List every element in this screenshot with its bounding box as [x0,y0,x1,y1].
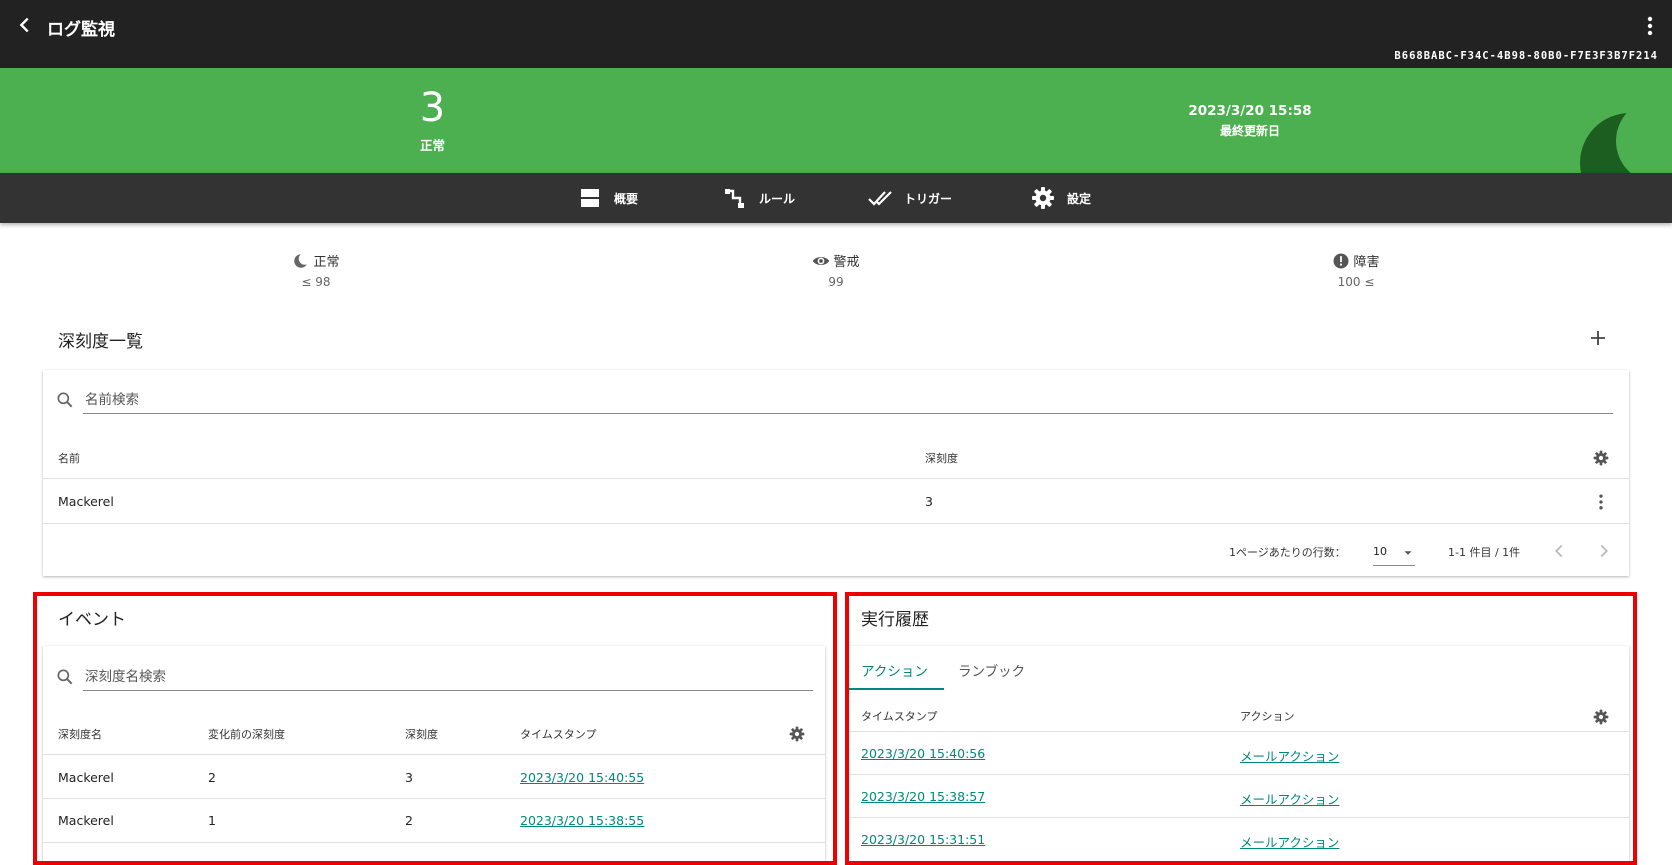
double-check-icon [868,191,892,206]
rows-per-page-select[interactable]: 10 [1373,538,1415,566]
pagination-range: 1-1 件目 / 1件 [1448,546,1521,559]
tab-rules-label: ルール [759,191,796,206]
event-name: Mackerel [58,813,114,828]
arrow-drop-down-icon [1404,551,1412,555]
tab-rules[interactable]: ルール [723,173,795,223]
divider [43,842,825,843]
tab-settings-label: 設定 [1067,191,1092,206]
event-name: Mackerel [58,770,114,785]
more-vert-icon[interactable] [1591,492,1611,512]
alert-circle-icon [1333,253,1349,268]
history-action-link[interactable]: メールアクション [1240,832,1339,851]
events-search-input[interactable] [83,663,813,691]
row-severity: 3 [925,494,933,509]
severity-search [55,386,1613,414]
tab-triggers-label: トリガー [904,191,953,206]
history-timestamp-link[interactable]: 2023/3/20 15:38:57 [861,789,985,804]
tab-overview[interactable]: 概要 [578,173,638,223]
threshold-critical: 障害 100 ≤ [1286,251,1426,289]
gear-icon[interactable] [789,726,805,742]
moon-icon [1580,113,1672,173]
divider [848,817,1629,818]
rows-per-page-value: 10 [1373,545,1387,558]
history-action-link[interactable]: メールアクション [1240,789,1339,808]
column-header-timestamp: タイムスタンプ [520,728,597,741]
tab-runbooks[interactable]: ランブック [958,660,1025,680]
gear-icon[interactable] [1593,709,1609,725]
active-tab-indicator [848,688,944,690]
severity-list-title: 深刻度一覧 [58,332,143,352]
row-name: Mackerel [58,494,114,509]
column-header-severity: 深刻度 [925,452,958,465]
divider [43,798,825,799]
threshold-warning-label: 警戒 [833,255,860,270]
event-severity: 3 [405,770,413,785]
add-icon[interactable] [1586,326,1610,350]
event-severity: 2 [405,813,413,828]
threshold-warning-value: 99 [828,275,844,289]
rule-flow-icon [725,189,744,208]
event-timestamp-link[interactable]: 2023/3/20 15:38:55 [520,813,644,828]
gear-icon[interactable] [1593,450,1609,466]
gear-icon [1032,187,1054,209]
tab-actions[interactable]: アクション [861,660,928,680]
status-label: 正常 [419,138,445,153]
last-updated-date: 2023/3/20 15:58 [1188,103,1312,119]
events-card: 深刻度名 変化前の深刻度 深刻度 タイムスタンプ Mackerel 2 3 20… [43,646,825,865]
history-card: アクション ランブック タイムスタンプ アクション 2023/3/20 15:4… [848,646,1629,865]
monitor-id: B668BABC-F34C-4B98-80B0-F7E3F3B7F214 [1394,50,1658,62]
severity-search-input[interactable] [83,386,1613,414]
more-vert-icon[interactable] [1638,14,1662,38]
chevron-left-icon[interactable] [1548,540,1570,562]
divider [848,731,1629,732]
column-header-action: アクション [1240,710,1295,723]
divider [43,523,1629,524]
column-header-severity-name: 深刻度名 [58,728,102,741]
last-updated-label: 最終更新日 [1219,124,1280,138]
event-before: 1 [208,813,216,828]
event-before: 2 [208,770,216,785]
threshold-normal-value: ≤ 98 [301,275,331,289]
threshold-warning: 警戒 99 [766,251,906,289]
chevron-left-icon[interactable] [14,14,36,36]
status-count: 3 [419,85,446,131]
history-timestamp-link[interactable]: 2023/3/20 15:31:51 [861,832,985,847]
divider [43,478,1629,479]
column-header-before-severity: 変化前の深刻度 [208,728,285,741]
chevron-right-icon[interactable] [1593,540,1615,562]
column-header-timestamp: タイムスタンプ [861,710,938,723]
tab-triggers[interactable]: トリガー [868,173,952,223]
search-icon [57,392,73,408]
events-search [55,663,813,691]
threshold-critical-label: 障害 [1353,255,1380,270]
threshold-normal-label: 正常 [313,255,340,270]
page-title: ログ監視 [47,20,115,40]
nav-tab-bar: 概要 ルール トリガー 設定 [0,173,1672,223]
moon-icon [294,252,311,268]
column-header-severity: 深刻度 [405,728,438,741]
threshold-critical-value: 100 ≤ [1337,275,1375,289]
rows-per-page-label: 1ページあたりの行数： [1229,546,1346,559]
tab-settings[interactable]: 設定 [1031,173,1091,223]
search-icon [57,669,73,685]
divider [43,754,825,755]
threshold-normal: 正常 ≤ 98 [246,251,386,289]
events-title: イベント [58,610,126,630]
view-agenda-icon [581,189,599,207]
top-app-bar: ログ監視 B668BABC-F34C-4B98-80B0-F7E3F3B7F21… [0,0,1672,68]
status-band: 3 正常 2023/3/20 15:58 最終更新日 [0,68,1672,173]
history-action-link[interactable]: メールアクション [1240,746,1339,765]
event-timestamp-link[interactable]: 2023/3/20 15:40:55 [520,770,644,785]
eye-icon [813,256,830,265]
divider [848,774,1629,775]
history-timestamp-link[interactable]: 2023/3/20 15:40:56 [861,746,985,761]
column-header-name: 名前 [58,452,80,465]
history-title: 実行履歴 [861,610,929,630]
tab-overview-label: 概要 [614,191,639,206]
